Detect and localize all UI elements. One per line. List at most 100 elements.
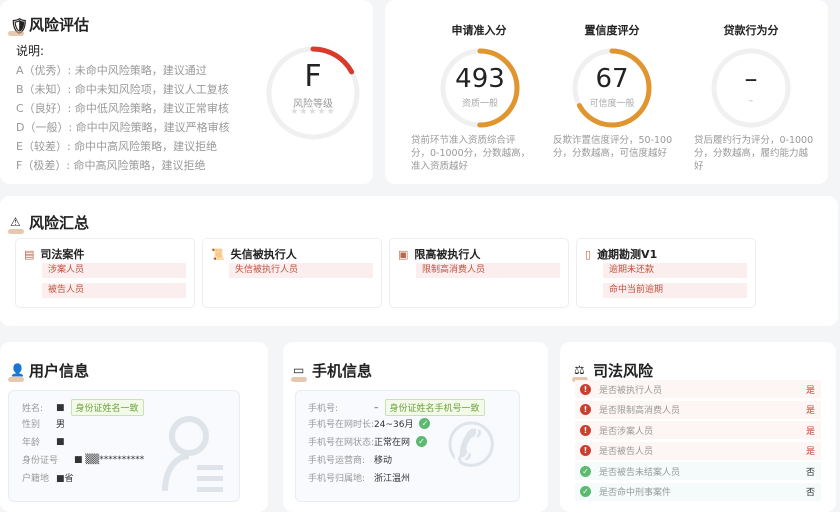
risk-item-title: 逾期勘测V1 <box>597 248 658 261</box>
section-title: 手机信息 <box>312 362 373 380</box>
judicial-risk-row: ! 是否涉案人员 是 <box>575 421 821 439</box>
info-value: 24~36月 <box>374 420 414 430</box>
score-title: 申请准入分 <box>451 24 507 37</box>
risk-grade-gauge: F 风险等级 ★★★★★ <box>265 45 361 141</box>
user-info-card: 👤 用户信息 姓名: ■ 身份证姓名一致 性别 男年龄 ■ 身份证号 ■ ▒▒*********… <box>0 342 268 512</box>
risk-grade: F <box>304 59 322 94</box>
info-value: ■ <box>56 436 65 447</box>
score-label: 资质一般 <box>461 99 498 109</box>
score-gauge: 67 可信度一般 <box>572 48 652 128</box>
legend-title: 说明: <box>16 44 45 58</box>
legend-item: F（极差）: 命中高风险策略，建议拒绝 <box>16 159 206 172</box>
info-row: 手机号归属地: 浙江温州 <box>308 471 410 484</box>
info-value: 浙江温州 <box>374 474 411 484</box>
section-title: 风险评估 <box>29 16 90 34</box>
judicial-risk-row: ! 是否限制高消费人员 是 <box>575 400 821 419</box>
rating-stars: ★★★★★ <box>290 107 336 117</box>
legend-item: B（未知）: 命中未知风险项，建议人工复核 <box>16 83 229 96</box>
risk-tag: 限制高消费人员 <box>416 263 560 278</box>
risk-item-title: 失信被执行人 <box>230 248 297 261</box>
info-value: – <box>374 402 379 413</box>
legend-item: A（优秀）: 未命中风险策略，建议通过 <box>16 64 207 77</box>
info-value: 正常在网 <box>374 438 411 448</box>
judicial-risk-label: 是否涉案人员 <box>599 426 654 437</box>
alert-icon: ! <box>580 383 591 395</box>
risk-summary-item[interactable]: 📜 失信被执行人失信被执行人员 <box>202 238 382 308</box>
score-label: 可信度一般 <box>589 99 635 109</box>
judicial-risk-label: 是否命中刑事案件 <box>599 488 672 498</box>
info-value: ■ ▒▒********** <box>74 454 145 465</box>
score-value: 67 <box>595 64 629 94</box>
judicial-doc-icon: ▤ <box>24 247 35 261</box>
risk-summary-item[interactable]: ▯ 逾期勘测V1 逾期未还款 命中当前逾期 <box>576 238 756 308</box>
judicial-risk-label: 是否被执行人员 <box>599 385 663 396</box>
score-title: 贷款行为分 <box>723 24 779 37</box>
judicial-risk-answer: 是 <box>805 406 815 416</box>
info-row: 户籍地 ■省 <box>22 471 74 484</box>
judicial-risk-row: ! 是否被执行人员 是 <box>575 380 821 398</box>
section-title: 司法风险 <box>593 362 654 380</box>
info-label: 性别 <box>22 420 41 430</box>
info-label: 年龄 <box>22 438 41 448</box>
info-label: 姓名: <box>22 404 44 414</box>
phone-info-card: ▭ 手机信息 ✆ 手机号: – 身份证姓名手机号一致 手机号在网时长: 24~36月 ✓ 手机… <box>283 342 548 512</box>
judicial-risk-label: 是否被告人员 <box>599 447 654 457</box>
verification-badge: 身份证姓名手机号一致 <box>384 399 485 416</box>
score-label: – <box>748 96 754 106</box>
risk-tag: 逾期未还款 <box>603 263 747 278</box>
info-row: 身份证号 ■ ▒▒********** <box>22 453 145 467</box>
user-profile-icon <box>162 416 223 492</box>
check-icon: ✓ <box>416 436 428 447</box>
risk-tag: 被告人员 <box>42 283 186 298</box>
risk-summary-item[interactable]: ▤ 司法案件 涉案人员 被告人员 <box>15 238 195 308</box>
shield-icon: 🛡 <box>8 16 30 36</box>
risk-tag: 命中当前逾期 <box>603 283 747 298</box>
judicial-risk-answer: 否 <box>805 467 815 478</box>
score-gauge: – – <box>711 48 791 128</box>
grade-legend: A（优秀）: 未命中风险策略，建议通过 B（未知）: 命中未知风险项，建议人工复… <box>16 61 230 175</box>
alert-icon: ! <box>580 424 591 436</box>
score-description: 贷后履约行为评分，0-1000分，分数越高，履约能力越好 <box>694 135 814 172</box>
legend-item: C（良好）: 命中低风险策略，建议正常审核 <box>16 102 229 115</box>
info-row: 手机号: – 身份证姓名手机号一致 <box>308 399 485 416</box>
risk-tag: 失信被执行人员 <box>229 263 373 278</box>
info-row: 年龄 ■ <box>22 435 65 449</box>
verification-badge: 身份证姓名一致 <box>70 399 144 416</box>
info-label: 手机号运营商: <box>308 456 366 466</box>
check-icon: ✓ <box>580 465 591 477</box>
scales-icon: ⚖ <box>572 363 590 382</box>
telephone-handset-icon: ✆ <box>446 411 497 481</box>
info-value: ■省 <box>56 474 74 484</box>
legend-item: E（较差）: 命中中高风险策略，建议拒绝 <box>16 140 218 153</box>
info-label: 手机号: <box>308 404 339 414</box>
score-description: 反欺诈置信度评分，50-100分，分数越高，可信度越好 <box>553 135 673 159</box>
risk-summary-item[interactable]: ▣ 限高被执行人限制高消费人员 <box>389 238 569 308</box>
judicial-risk-answer: 否 <box>805 488 815 498</box>
info-row: 手机号运营商: 移动 <box>308 453 392 466</box>
alert-icon: ! <box>580 404 591 415</box>
info-value: ■ <box>56 402 65 413</box>
risk-assessment-card: 🛡 风险评估 说明: A（优秀）: 未命中风险策略，建议通过 B（未知）: 命中未… <box>0 0 373 184</box>
risk-item-title: 限高被执行人 <box>414 248 481 261</box>
info-row: 手机号在网时长: 24~36月 ✓ <box>308 417 431 430</box>
judicial-risk-answer: 是 <box>805 385 815 396</box>
info-row: 姓名: ■ 身份证姓名一致 <box>22 399 144 416</box>
risk-tag: 涉案人员 <box>42 263 186 278</box>
user-icon: 👤 <box>8 362 25 382</box>
legend-item: D（一般）: 命中中风险策略，建议严格审核 <box>16 121 230 134</box>
info-label: 手机号在网时长: <box>308 420 375 430</box>
judicial-risk-answer: 是 <box>805 426 815 437</box>
judicial-risk-label: 是否限制高消费人员 <box>599 406 681 416</box>
info-value: 移动 <box>374 456 393 466</box>
score-title: 置信度评分 <box>584 24 640 37</box>
wallet-icon: ▣ <box>398 247 409 261</box>
info-label: 身份证号 <box>22 456 59 466</box>
judicial-risk-row: ✓ 是否命中刑事案件 否 <box>575 482 821 501</box>
scroll-icon: 📜 <box>211 247 225 261</box>
phone-icon: ▭ <box>291 363 309 382</box>
score-gauge: 493 资质一般 <box>440 48 520 128</box>
score-value: 493 <box>455 64 505 94</box>
section-title: 用户信息 <box>29 362 90 380</box>
alarm-light-icon: ⚠ <box>8 215 26 234</box>
judicial-risk-label: 是否被告未结案人员 <box>599 467 681 478</box>
